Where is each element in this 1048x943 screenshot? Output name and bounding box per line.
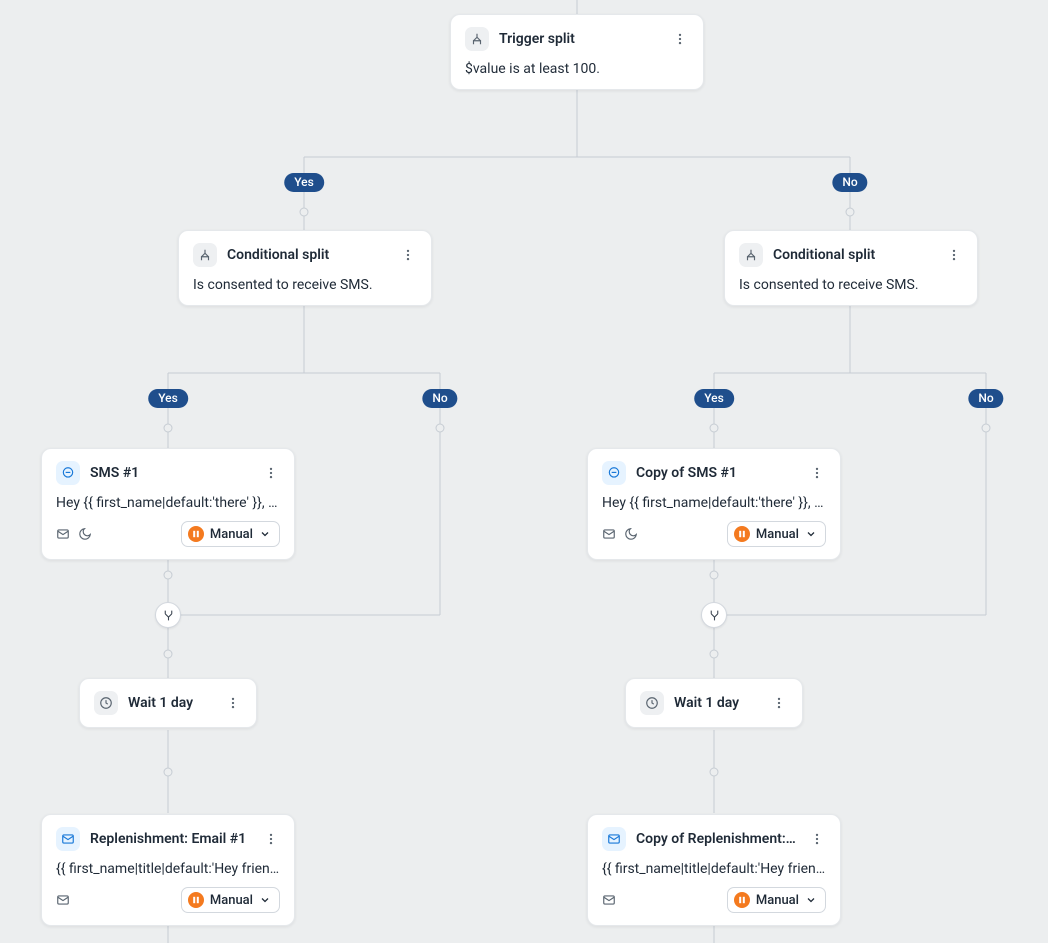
- node-conditional-split[interactable]: Conditional split Is consented to receiv…: [178, 230, 432, 306]
- node-title: Trigger split: [499, 31, 661, 47]
- status-pill-manual[interactable]: Manual: [181, 887, 280, 913]
- more-icon[interactable]: [945, 246, 963, 264]
- node-title: Wait 1 day: [128, 695, 214, 711]
- node-sms[interactable]: Copy of SMS #1 Hey {{ first_name|default…: [587, 448, 841, 560]
- quiet-hours-icon: [78, 527, 92, 541]
- sms-icon: [56, 461, 80, 485]
- pause-icon: [734, 892, 750, 908]
- node-wait[interactable]: Wait 1 day: [625, 678, 803, 728]
- chevron-down-icon: [259, 528, 271, 540]
- more-icon[interactable]: [224, 694, 242, 712]
- status-pill-manual[interactable]: Manual: [727, 887, 826, 913]
- smart-send-icon: [602, 893, 616, 907]
- branch-badge-no: No: [422, 389, 457, 408]
- node-desc: {{ first_name|title|default:'Hey friend'…: [56, 861, 280, 877]
- pause-icon: [188, 892, 204, 908]
- chevron-down-icon: [805, 894, 817, 906]
- node-desc: Hey {{ first_name|default:'there' }}, it…: [56, 495, 280, 511]
- node-desc: Is consented to receive SMS.: [193, 277, 417, 293]
- branch-badge-no: No: [832, 173, 867, 192]
- flow-canvas[interactable]: Yes No Yes No Yes No Trigger split $valu…: [0, 0, 1048, 943]
- node-desc: Is consented to receive SMS.: [739, 277, 963, 293]
- more-icon[interactable]: [770, 694, 788, 712]
- clock-icon: [640, 691, 664, 715]
- node-sms[interactable]: SMS #1 Hey {{ first_name|default:'there'…: [41, 448, 295, 560]
- merge-node[interactable]: [155, 602, 181, 628]
- more-icon[interactable]: [262, 464, 280, 482]
- node-title: SMS #1: [90, 465, 252, 481]
- email-icon: [56, 827, 80, 851]
- node-trigger-split[interactable]: Trigger split $value is at least 100.: [450, 14, 704, 90]
- status-label: Manual: [210, 893, 253, 908]
- pause-icon: [734, 526, 750, 542]
- node-wait[interactable]: Wait 1 day: [79, 678, 257, 728]
- smart-send-icon: [56, 527, 70, 541]
- merge-node[interactable]: [701, 602, 727, 628]
- sms-icon: [602, 461, 626, 485]
- branch-badge-yes: Yes: [694, 389, 734, 408]
- branch-badge-yes: Yes: [284, 173, 324, 192]
- more-icon[interactable]: [808, 830, 826, 848]
- clock-icon: [94, 691, 118, 715]
- more-icon[interactable]: [808, 464, 826, 482]
- node-title: Copy of Replenishment: Em…: [636, 831, 798, 847]
- chevron-down-icon: [259, 894, 271, 906]
- chevron-down-icon: [805, 528, 817, 540]
- node-title: Replenishment: Email #1: [90, 831, 252, 847]
- status-label: Manual: [756, 527, 799, 542]
- split-icon: [739, 243, 763, 267]
- node-desc: Hey {{ first_name|default:'there' }}, it…: [602, 495, 826, 511]
- more-icon[interactable]: [399, 246, 417, 264]
- smart-send-icon: [602, 527, 616, 541]
- node-title: Conditional split: [773, 247, 935, 263]
- node-email[interactable]: Copy of Replenishment: Em… {{ first_name…: [587, 814, 841, 926]
- status-pill-manual[interactable]: Manual: [181, 521, 280, 547]
- status-label: Manual: [756, 893, 799, 908]
- status-label: Manual: [210, 527, 253, 542]
- email-icon: [602, 827, 626, 851]
- pause-icon: [188, 526, 204, 542]
- node-title: Wait 1 day: [674, 695, 760, 711]
- quiet-hours-icon: [624, 527, 638, 541]
- node-email[interactable]: Replenishment: Email #1 {{ first_name|ti…: [41, 814, 295, 926]
- more-icon[interactable]: [671, 30, 689, 48]
- branch-badge-yes: Yes: [148, 389, 188, 408]
- status-pill-manual[interactable]: Manual: [727, 521, 826, 547]
- node-conditional-split[interactable]: Conditional split Is consented to receiv…: [724, 230, 978, 306]
- split-icon: [193, 243, 217, 267]
- split-icon: [465, 27, 489, 51]
- node-title: Conditional split: [227, 247, 389, 263]
- node-title: Copy of SMS #1: [636, 465, 798, 481]
- branch-badge-no: No: [968, 389, 1003, 408]
- more-icon[interactable]: [262, 830, 280, 848]
- smart-send-icon: [56, 893, 70, 907]
- node-desc: $value is at least 100.: [465, 61, 689, 77]
- node-desc: {{ first_name|title|default:'Hey friend'…: [602, 861, 826, 877]
